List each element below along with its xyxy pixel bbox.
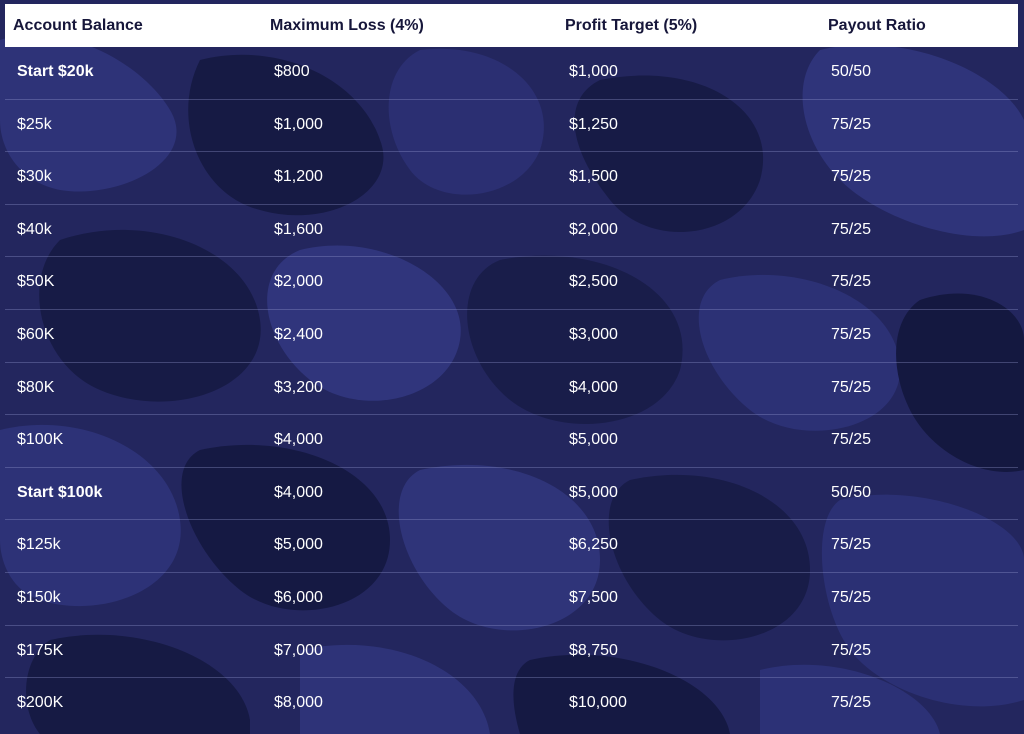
cell-profit-target: $6,250 bbox=[569, 536, 618, 554]
cell-account-balance: Start $20k bbox=[17, 63, 94, 80]
cell-profit-target: $3,000 bbox=[569, 325, 618, 343]
cell-maximum-loss: $5,000 bbox=[274, 536, 323, 554]
cell-profit-target: $1,000 bbox=[569, 63, 618, 80]
cell-maximum-loss: $7,000 bbox=[274, 641, 323, 659]
table-row: $25k $1,000 $1,250 75/25 bbox=[5, 100, 1018, 153]
cell-account-balance: $25k bbox=[17, 115, 52, 133]
cell-account-balance: $60K bbox=[17, 325, 55, 343]
header-account-balance: Account Balance bbox=[13, 17, 143, 34]
cell-payout-ratio: 75/25 bbox=[831, 641, 872, 659]
cell-payout-ratio: 75/25 bbox=[831, 588, 872, 606]
cell-maximum-loss: $1,000 bbox=[274, 115, 323, 133]
cell-profit-target: $8,750 bbox=[569, 641, 618, 659]
cell-account-balance: Start $100k bbox=[17, 483, 103, 501]
table-body: Start $20k $800 $1,000 50/50 $25k $1,000 $1,25… bbox=[5, 47, 1018, 731]
account-table: Account Balance Maximum Loss (4%) Profit… bbox=[0, 0, 1024, 734]
cell-account-balance: $30k bbox=[17, 168, 52, 186]
cell-account-balance: $200K bbox=[17, 694, 64, 712]
table-row: $200K $8,000 $10,000 75/25 bbox=[5, 678, 1018, 731]
table-row: $100K $4,000 $5,000 75/25 bbox=[5, 415, 1018, 468]
cell-payout-ratio: 75/25 bbox=[831, 431, 872, 449]
cell-payout-ratio: 75/25 bbox=[831, 325, 872, 343]
cell-profit-target: $5,000 bbox=[569, 483, 618, 501]
cell-profit-target: $10,000 bbox=[569, 694, 627, 712]
table-header: Account Balance Maximum Loss (4%) Profit… bbox=[5, 4, 1018, 47]
cell-account-balance: $50K bbox=[17, 273, 55, 291]
cell-payout-ratio: 75/25 bbox=[831, 536, 872, 554]
cell-maximum-loss: $1,600 bbox=[274, 220, 323, 238]
cell-profit-target: $2,500 bbox=[569, 273, 618, 291]
table-row: $60K $2,400 $3,000 75/25 bbox=[5, 310, 1018, 363]
table-row: $175K $7,000 $8,750 75/25 bbox=[5, 626, 1018, 679]
table-row: Start $20k $800 $1,000 50/50 bbox=[5, 47, 1018, 100]
cell-maximum-loss: $4,000 bbox=[274, 483, 323, 501]
cell-payout-ratio: 75/25 bbox=[831, 220, 872, 238]
table-row: $125k $5,000 $6,250 75/25 bbox=[5, 520, 1018, 573]
cell-account-balance: $125k bbox=[17, 536, 61, 554]
cell-maximum-loss: $8,000 bbox=[274, 694, 323, 712]
cell-profit-target: $7,500 bbox=[569, 588, 618, 606]
cell-account-balance: $175K bbox=[17, 641, 64, 659]
table-row: $80K $3,200 $4,000 75/25 bbox=[5, 363, 1018, 416]
cell-maximum-loss: $2,400 bbox=[274, 325, 323, 343]
cell-account-balance: $80K bbox=[17, 378, 55, 396]
cell-payout-ratio: 75/25 bbox=[831, 273, 872, 291]
cell-maximum-loss: $3,200 bbox=[274, 378, 323, 396]
cell-payout-ratio: 75/25 bbox=[831, 694, 872, 712]
cell-account-balance: $150k bbox=[17, 588, 61, 606]
cell-maximum-loss: $4,000 bbox=[274, 431, 323, 449]
cell-maximum-loss: $6,000 bbox=[274, 588, 323, 606]
cell-payout-ratio: 75/25 bbox=[831, 115, 872, 133]
cell-profit-target: $1,500 bbox=[569, 168, 618, 186]
cell-account-balance: $40k bbox=[17, 220, 52, 238]
header-maximum-loss: Maximum Loss (4%) bbox=[270, 17, 424, 34]
table-row: Start $100k $4,000 $5,000 50/50 bbox=[5, 468, 1018, 521]
cell-profit-target: $5,000 bbox=[569, 431, 618, 449]
cell-payout-ratio: 50/50 bbox=[831, 483, 872, 501]
cell-profit-target: $4,000 bbox=[569, 378, 618, 396]
cell-payout-ratio: 50/50 bbox=[831, 63, 872, 80]
cell-profit-target: $2,000 bbox=[569, 220, 618, 238]
header-profit-target: Profit Target (5%) bbox=[565, 17, 698, 34]
cell-account-balance: $100K bbox=[17, 431, 64, 449]
table-row: $50K $2,000 $2,500 75/25 bbox=[5, 257, 1018, 310]
page: Account Balance Maximum Loss (4%) Profit… bbox=[0, 0, 1024, 734]
table-row: $30k $1,200 $1,500 75/25 bbox=[5, 152, 1018, 205]
table-row: $40k $1,600 $2,000 75/25 bbox=[5, 205, 1018, 258]
cell-maximum-loss: $2,000 bbox=[274, 273, 323, 291]
cell-payout-ratio: 75/25 bbox=[831, 378, 872, 396]
cell-payout-ratio: 75/25 bbox=[831, 168, 872, 186]
cell-maximum-loss: $800 bbox=[274, 63, 310, 80]
header-payout-ratio: Payout Ratio bbox=[828, 17, 926, 34]
cell-maximum-loss: $1,200 bbox=[274, 168, 323, 186]
table-row: $150k $6,000 $7,500 75/25 bbox=[5, 573, 1018, 626]
cell-profit-target: $1,250 bbox=[569, 115, 618, 133]
